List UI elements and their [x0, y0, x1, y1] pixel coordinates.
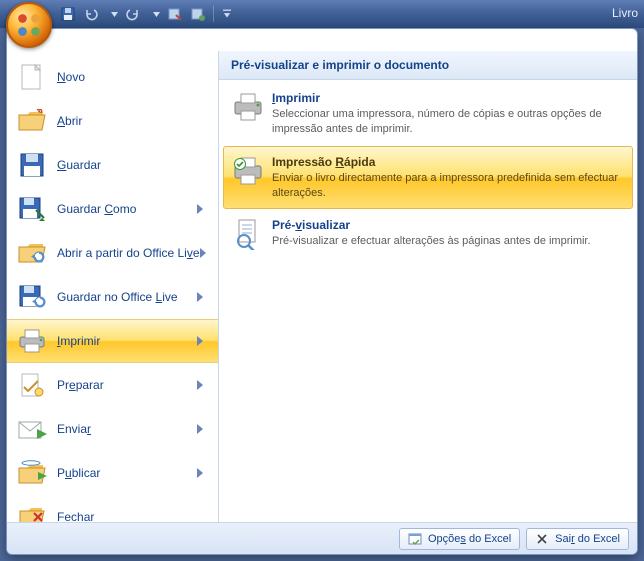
chevron-right-icon [196, 467, 204, 479]
menu-item-icon-10 [17, 502, 47, 522]
menu-item-0[interactable]: Novo [7, 55, 218, 99]
chevron-right-icon [196, 291, 204, 303]
excel-options-label: Opções do Excel [428, 533, 511, 545]
office-menu: Novo Abrir Guardar Guardar Como Abrir a part… [6, 28, 638, 555]
print-option-desc: Pré-visualizar e efectuar alterações às … [272, 234, 624, 249]
menu-item-icon-2 [17, 150, 47, 180]
menu-item-icon-5 [17, 282, 47, 312]
window-title: Livro [612, 6, 638, 20]
menu-item-icon-4 [17, 238, 47, 268]
redo-icon[interactable] [125, 6, 141, 22]
office-button[interactable] [6, 2, 52, 48]
print-option-title: Pré-visualizar [272, 218, 624, 232]
print-option-2[interactable]: Pré-visualizar Pré-visualizar e efectuar … [223, 209, 633, 259]
redo-dropdown-icon[interactable] [152, 6, 160, 22]
print-option-1[interactable]: Impressão Rápida Enviar o livro directame… [223, 146, 633, 210]
options-icon [408, 532, 422, 546]
print-option-icon-1 [232, 155, 264, 187]
qat-customize-dropdown-icon[interactable] [223, 6, 231, 22]
exit-excel-label: Sair do Excel [555, 533, 620, 545]
menu-item-label: Abrir a partir do Office Live [57, 246, 200, 260]
menu-item-icon-7 [17, 370, 47, 400]
chevron-right-icon [196, 203, 204, 215]
undo-dropdown-icon[interactable] [110, 6, 118, 22]
print-option-title: Impressão Rápida [272, 155, 624, 169]
office-menu-left: Novo Abrir Guardar Guardar Como Abrir a part… [7, 51, 219, 522]
menu-item-label: Guardar Como [57, 202, 196, 216]
menu-item-9[interactable]: Publicar [7, 451, 218, 495]
menu-item-label: Publicar [57, 466, 196, 480]
undo-icon[interactable] [83, 6, 99, 22]
menu-item-6[interactable]: Imprimir [7, 319, 218, 363]
office-menu-footer: Opções do Excel Sair do Excel [7, 522, 637, 554]
qat-custom2-icon[interactable] [190, 6, 206, 22]
menu-item-icon-3 [17, 194, 47, 224]
menu-item-icon-6 [17, 326, 47, 356]
menu-item-label: Guardar no Office Live [57, 290, 196, 304]
excel-options-button[interactable]: Opções do Excel [399, 528, 520, 550]
menu-item-10[interactable]: Fechar [7, 495, 218, 522]
menu-item-label: Imprimir [57, 334, 196, 348]
print-option-icon-2 [232, 218, 264, 250]
print-submenu-header: Pré-visualizar e imprimir o documento [219, 51, 637, 80]
close-icon [535, 532, 549, 546]
menu-item-label: Fechar [57, 510, 204, 522]
chevron-right-icon [196, 423, 204, 435]
menu-item-label: Preparar [57, 378, 196, 392]
qat-custom1-icon[interactable] [167, 6, 183, 22]
menu-item-1[interactable]: Abrir [7, 99, 218, 143]
menu-item-icon-0 [17, 62, 47, 92]
office-menu-right: Pré-visualizar e imprimir o documento Im… [219, 51, 637, 522]
menu-item-label: Guardar [57, 158, 204, 172]
print-option-desc: Seleccionar uma impressora, número de có… [272, 107, 624, 137]
print-option-title: Imprimir [272, 91, 624, 105]
menu-item-label: Enviar [57, 422, 196, 436]
menu-item-label: Abrir [57, 114, 204, 128]
quick-access-toolbar [60, 0, 231, 28]
menu-item-3[interactable]: Guardar Como [7, 187, 218, 231]
chevron-right-icon [196, 335, 204, 347]
menu-item-label: Novo [57, 70, 204, 84]
menu-item-icon-8 [17, 414, 47, 444]
menu-item-icon-9 [17, 458, 47, 488]
menu-item-8[interactable]: Enviar [7, 407, 218, 451]
chevron-right-icon [200, 247, 206, 259]
menu-item-5[interactable]: Guardar no Office Live [7, 275, 218, 319]
save-icon[interactable] [60, 6, 76, 22]
print-option-icon-0 [232, 91, 264, 123]
qat-separator [213, 6, 214, 22]
print-option-0[interactable]: Imprimir Seleccionar uma impressora, núme… [223, 82, 633, 146]
menu-item-icon-1 [17, 106, 47, 136]
menu-item-7[interactable]: Preparar [7, 363, 218, 407]
chevron-right-icon [196, 379, 204, 391]
print-option-desc: Enviar o livro directamente para a impre… [272, 171, 624, 201]
menu-item-4[interactable]: Abrir a partir do Office Live [7, 231, 218, 275]
exit-excel-button[interactable]: Sair do Excel [526, 528, 629, 550]
menu-item-2[interactable]: Guardar [7, 143, 218, 187]
